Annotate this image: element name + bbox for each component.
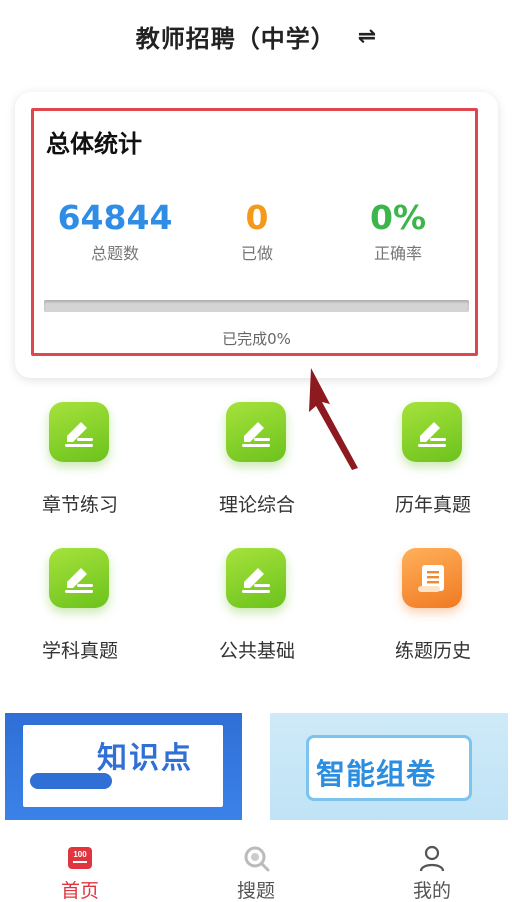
tab-mine[interactable]: 我的 (372, 840, 492, 902)
menu-public-basics[interactable]: 公共基础 (182, 548, 332, 668)
total-questions-label: 总题数 (90, 244, 139, 263)
banner-title: 知识点 (97, 741, 193, 776)
scroll-icon (402, 548, 462, 608)
edit-icon (226, 548, 286, 608)
tab-home[interactable]: 100 首页 (20, 840, 140, 902)
menu-subject-exams[interactable]: 学科真题 (5, 548, 155, 668)
bottom-tab-bar: 100 首页 搜题 我的 (0, 830, 512, 902)
home-100-icon: 100 (68, 847, 92, 869)
user-icon (419, 845, 445, 872)
edit-icon (49, 402, 109, 462)
banner-decoration (30, 773, 112, 789)
stat-accuracy: 0% 正确率 (318, 198, 478, 264)
menu-label: 练题历史 (394, 640, 471, 662)
banner-knowledge-points[interactable]: 知识点 (5, 713, 242, 820)
menu-label: 章节练习 (41, 494, 118, 516)
menu-label: 理论综合 (218, 494, 295, 516)
tab-label: 首页 (60, 880, 99, 902)
stats-title: 总体统计 (46, 130, 142, 158)
tab-label: 我的 (412, 880, 451, 902)
stat-total-questions: 64844 总题数 (35, 198, 195, 264)
progress-bar (44, 300, 469, 312)
menu-theory-comprehensive[interactable]: 理论综合 (182, 402, 332, 522)
accuracy-label: 正确率 (373, 244, 422, 263)
edit-icon (402, 402, 462, 462)
tab-label: 搜题 (236, 880, 275, 902)
search-question-icon (244, 846, 270, 872)
done-label: 已做 (240, 244, 273, 263)
menu-label: 历年真题 (394, 494, 471, 516)
banner-title: 智能组卷 (316, 757, 437, 791)
banner-smart-paper[interactable]: 智能组卷 (270, 713, 508, 820)
tab-search-question[interactable]: 搜题 (196, 840, 316, 902)
svg-text:100: 100 (73, 850, 87, 859)
total-questions-value: 64844 (57, 198, 173, 237)
progress-text: 已完成0% (222, 330, 291, 348)
done-value: 0 (245, 198, 269, 237)
menu-chapter-practice[interactable]: 章节练习 (5, 402, 155, 522)
app-header: 教师招聘（中学） ⇌ (0, 0, 512, 72)
edit-icon (226, 402, 286, 462)
switch-exam-icon[interactable]: ⇌ (358, 24, 376, 49)
page-title: 教师招聘（中学） (135, 24, 336, 53)
menu-label: 公共基础 (218, 640, 295, 662)
edit-icon (49, 548, 109, 608)
menu-label: 学科真题 (41, 640, 118, 662)
accuracy-value: 0% (369, 198, 427, 237)
menu-past-exams[interactable]: 历年真题 (358, 402, 508, 522)
stat-done: 0 已做 (177, 198, 337, 264)
menu-practice-history[interactable]: 练题历史 (358, 548, 508, 668)
